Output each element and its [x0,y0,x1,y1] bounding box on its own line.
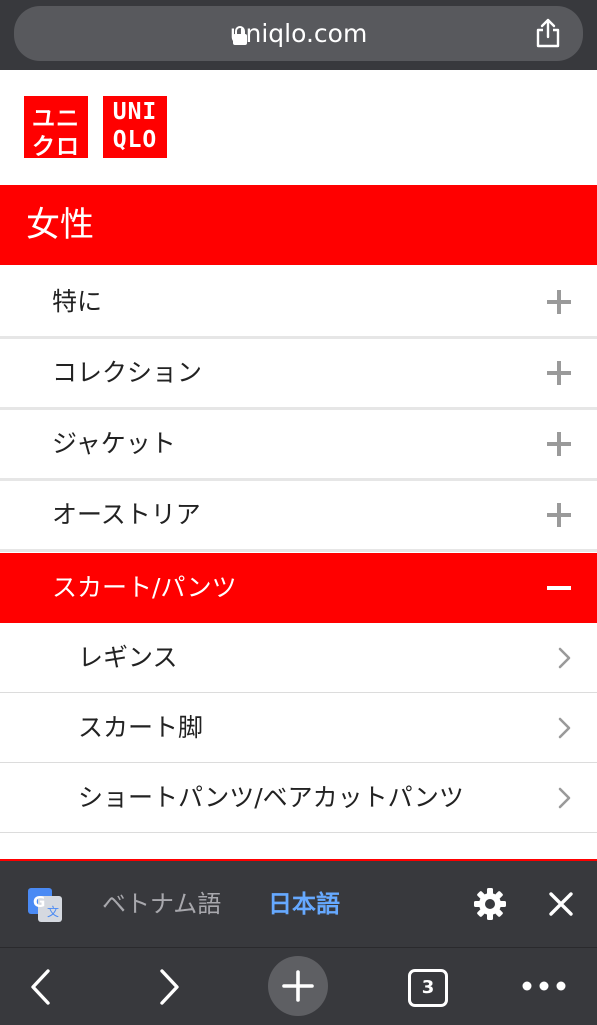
subcategory-label: レギンス [78,643,178,672]
plus-icon[interactable] [547,503,571,527]
svg-text:文: 文 [47,904,59,919]
category-label: 特に [52,287,103,316]
subcategory-label: スカート脚 [78,713,204,742]
subcategory-row-partial[interactable] [0,833,597,859]
section-header-women[interactable]: 女性 [0,185,597,265]
category-row[interactable]: オーストリア [0,481,597,552]
subcategory-row[interactable]: スカート脚 [0,693,597,763]
section-title: 女性 [26,205,94,245]
tabs-icon[interactable]: 3 [408,969,448,1007]
chevron-right-icon [558,787,571,809]
plus-icon[interactable] [547,432,571,456]
plus-icon[interactable] [547,290,571,314]
category-label: スカート/パンツ [52,573,237,602]
target-language-tab[interactable]: 日本語 [268,861,340,947]
uniqlo-logo-latin[interactable]: UNI QLO [103,96,167,158]
subcategory-row[interactable]: レギンス [0,623,597,693]
plus-icon[interactable] [547,361,571,385]
new-tab-button[interactable] [268,956,328,1016]
subcategory-label: ショートパンツ/ベアカットパンツ [78,783,464,812]
logo-latin-line-2: QLO [112,127,158,153]
plus-icon [282,970,314,1002]
category-label: ジャケット [52,429,176,458]
forward-icon[interactable] [156,968,182,1006]
category-label: オーストリア [52,500,201,529]
translate-bar: G 文 ベトナム語 日本語 [0,861,597,947]
back-icon[interactable] [28,968,54,1006]
uniqlo-logo-katakana[interactable]: ユニ クロ [24,96,88,160]
category-row[interactable]: コレクション [0,339,597,410]
gear-icon[interactable] [473,887,507,921]
more-icon[interactable] [522,981,566,991]
logo-latin-line-1: UNI [112,99,158,125]
category-row[interactable]: ジャケット [0,410,597,481]
share-icon[interactable] [535,18,561,48]
browser-toolbar: 3 [0,947,597,1025]
chevron-right-icon [558,647,571,669]
minus-icon[interactable] [547,586,571,590]
close-icon[interactable] [548,891,574,917]
svg-text:G: G [33,893,45,911]
address-bar[interactable]: uniqlo.com [14,6,583,61]
subcategory-row[interactable]: ショートパンツ/ベアカットパンツ [0,763,597,833]
category-row[interactable]: 特に [0,268,597,339]
url-text[interactable]: uniqlo.com [14,6,583,61]
logo-katakana-line-2: クロ [32,134,80,160]
chevron-right-icon [558,717,571,739]
browser-top-bar: uniqlo.com [0,0,597,70]
source-language-tab[interactable]: ベトナム語 [102,861,221,947]
lock-icon [233,26,247,45]
google-translate-icon[interactable]: G 文 [28,888,62,922]
category-row-expanded[interactable]: スカート/パンツ [0,553,597,623]
category-label: コレクション [52,358,203,387]
